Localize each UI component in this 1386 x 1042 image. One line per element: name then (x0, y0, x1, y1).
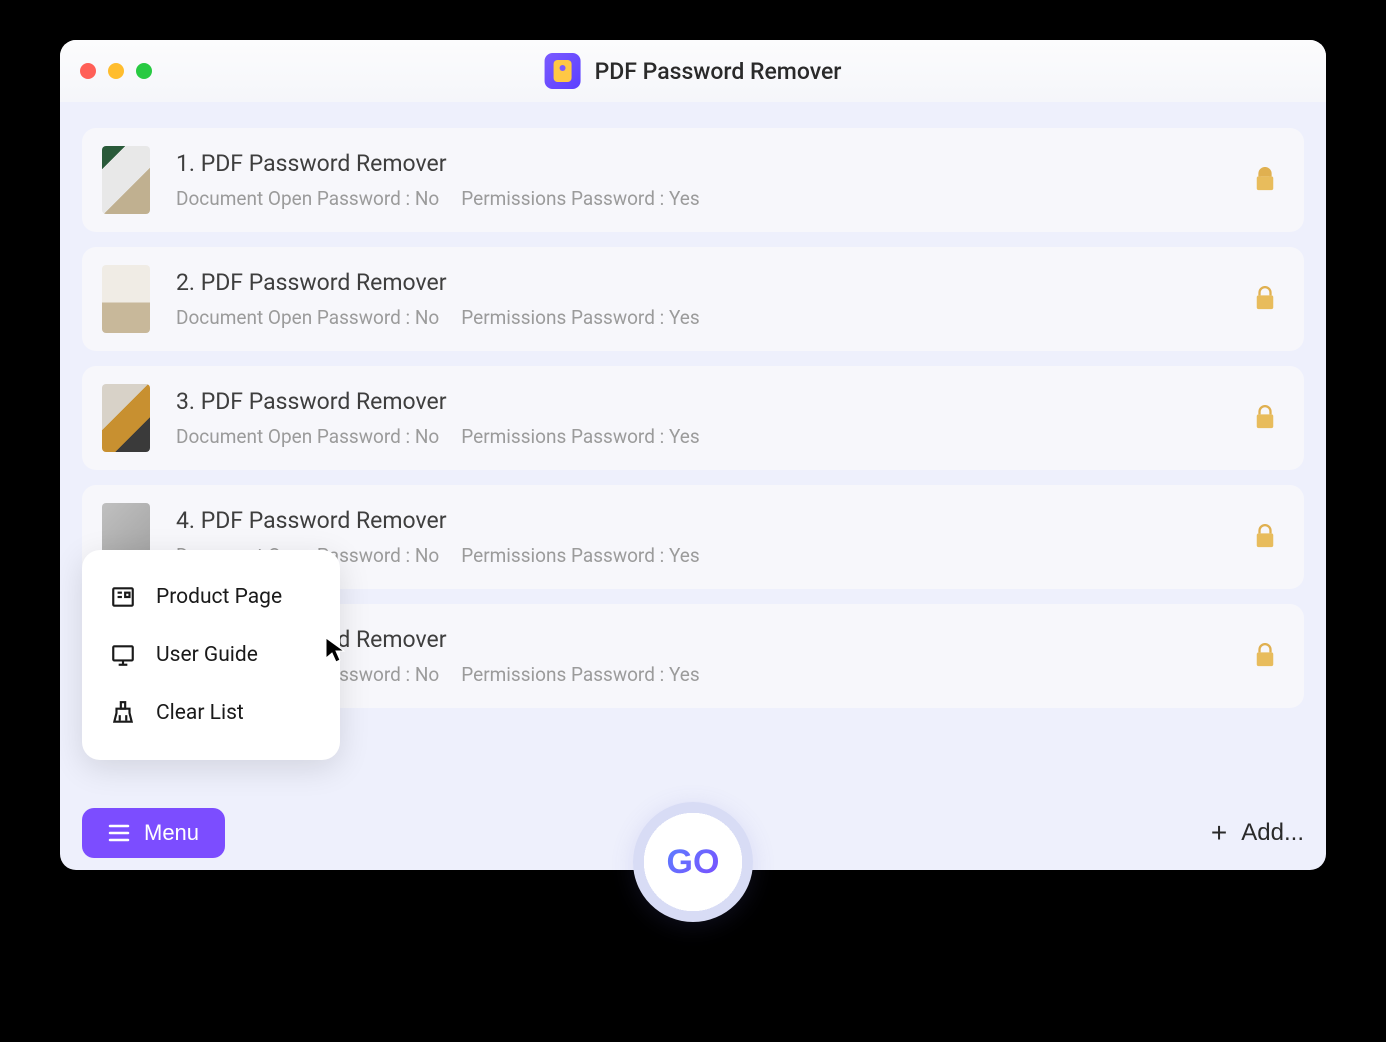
app-window: PDF Password Remover 1. PDF Password Rem… (60, 40, 1326, 870)
file-thumbnail (102, 146, 150, 214)
permissions-password-label: Permissions Password : Yes (461, 187, 699, 210)
title-wrap: PDF Password Remover (545, 53, 842, 89)
open-password-label: Document Open Password : No (176, 187, 439, 210)
app-icon (545, 53, 581, 89)
traffic-lights (80, 63, 152, 79)
plus-icon: + (1211, 817, 1227, 849)
file-thumbnail (102, 265, 150, 333)
file-info: 1. PDF Password Remover Document Open Pa… (176, 150, 1228, 210)
menu-button-label: Menu (144, 820, 199, 846)
permissions-password-label: Permissions Password : Yes (461, 306, 699, 329)
add-button-label: Add... (1241, 819, 1304, 847)
menu-item-label: Clear List (156, 701, 244, 725)
file-thumbnail (102, 384, 150, 452)
menu-item-clear-list[interactable]: Clear List (82, 684, 340, 742)
hamburger-icon (108, 824, 130, 842)
lock-icon (1254, 643, 1276, 669)
lock-icon (1254, 167, 1276, 193)
file-meta: Document Open Password : No Permissions … (176, 187, 1228, 210)
lock-icon (1254, 524, 1276, 550)
maximize-button[interactable] (136, 63, 152, 79)
go-button-label: GO (667, 843, 720, 882)
file-title: 1. PDF Password Remover (176, 150, 1228, 177)
permissions-password-label: Permissions Password : Yes (461, 663, 699, 686)
file-title: 2. PDF Password Remover (176, 269, 1228, 296)
lock-icon (1254, 405, 1276, 431)
newspaper-icon (110, 584, 136, 610)
file-title: 3. PDF Password Remover (176, 388, 1228, 415)
close-button[interactable] (80, 63, 96, 79)
file-row[interactable]: 2. PDF Password Remover Document Open Pa… (82, 247, 1304, 351)
permissions-password-label: Permissions Password : Yes (461, 544, 699, 567)
open-password-label: Document Open Password : No (176, 306, 439, 329)
menu-item-label: User Guide (156, 643, 258, 667)
go-button[interactable]: GO (633, 802, 753, 922)
file-row[interactable]: 1. PDF Password Remover Document Open Pa… (82, 128, 1304, 232)
file-info: 2. PDF Password Remover Document Open Pa… (176, 269, 1228, 329)
open-password-label: Document Open Password : No (176, 425, 439, 448)
titlebar: PDF Password Remover (60, 40, 1326, 102)
permissions-password-label: Permissions Password : Yes (461, 425, 699, 448)
menu-item-user-guide[interactable]: User Guide (82, 626, 340, 684)
menu-item-label: Product Page (156, 585, 282, 609)
minimize-button[interactable] (108, 63, 124, 79)
menu-button[interactable]: Menu (82, 808, 225, 858)
file-meta: Document Open Password : No Permissions … (176, 306, 1228, 329)
lock-icon (1254, 286, 1276, 312)
file-meta: Document Open Password : No Permissions … (176, 425, 1228, 448)
monitor-icon (110, 642, 136, 668)
add-button[interactable]: + Add... (1211, 817, 1304, 849)
file-info: 3. PDF Password Remover Document Open Pa… (176, 388, 1228, 448)
file-title: 4. PDF Password Remover (176, 507, 1228, 534)
app-title: PDF Password Remover (595, 58, 842, 85)
menu-item-product-page[interactable]: Product Page (82, 568, 340, 626)
menu-popup: Product Page User Guide Cle (82, 550, 340, 760)
broom-icon (110, 700, 136, 726)
file-row[interactable]: 3. PDF Password Remover Document Open Pa… (82, 366, 1304, 470)
